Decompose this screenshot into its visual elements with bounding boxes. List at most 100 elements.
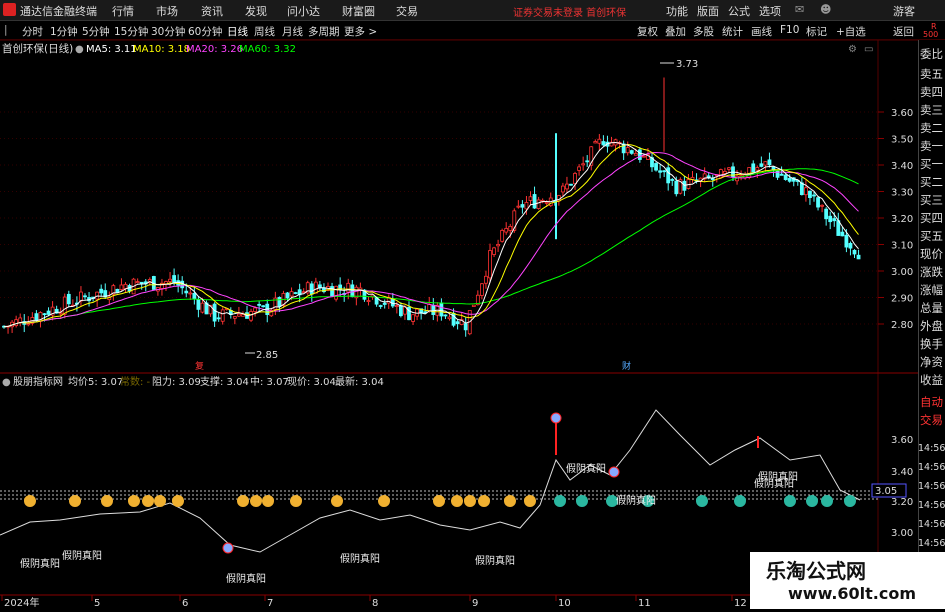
period-weekly[interactable]: 周线 xyxy=(254,24,275,39)
candle-body xyxy=(573,173,577,185)
candle-body xyxy=(334,285,339,300)
menu-jiaoyi[interactable]: 交易 xyxy=(396,3,418,19)
period-1min[interactable]: 1分钟 xyxy=(50,24,78,39)
candle-body xyxy=(759,163,764,167)
candle-body xyxy=(172,275,177,283)
candle-body xyxy=(257,303,262,306)
candle-body xyxy=(528,196,533,201)
sub-y-tick: 3.40 xyxy=(891,467,913,478)
main-y-tick: 3.00 xyxy=(891,267,913,278)
tool-biaoji[interactable]: 标记 xyxy=(806,24,827,39)
period-fenshi[interactable]: 分时 xyxy=(22,24,43,39)
buy-signal-icon xyxy=(154,495,166,507)
candle-body xyxy=(253,307,258,312)
menu-hangqing[interactable]: 行情 xyxy=(112,3,134,19)
candle-body xyxy=(439,302,444,317)
candle-body xyxy=(848,242,853,249)
period-15min[interactable]: 15分钟 xyxy=(114,24,148,39)
candle-body xyxy=(232,316,237,319)
candle-body xyxy=(58,312,63,315)
tool-tongji[interactable]: 统计 xyxy=(722,24,743,39)
candle-body xyxy=(597,138,602,144)
main-y-tick: 3.20 xyxy=(891,214,913,225)
tool-gongshi[interactable]: 公式 xyxy=(728,3,750,19)
sell-signal-icon xyxy=(806,495,818,507)
menu-shichang[interactable]: 市场 xyxy=(156,3,178,19)
tool-huaxian[interactable]: 画线 xyxy=(751,24,772,39)
period-monthly[interactable]: 月线 xyxy=(282,24,303,39)
candle-body xyxy=(309,283,314,295)
tool-f10[interactable]: F10 xyxy=(780,24,799,36)
sell-signal-icon xyxy=(784,495,796,507)
app-logo-icon xyxy=(3,3,16,16)
support-label: 支撑: 3.04 xyxy=(200,375,249,388)
tool-gongneng[interactable]: 功能 xyxy=(666,3,688,19)
candle-body xyxy=(366,300,371,302)
sell-signal-icon xyxy=(696,495,708,507)
period-60min[interactable]: 60分钟 xyxy=(188,24,222,39)
settings-circle-icon[interactable]: ● xyxy=(75,44,84,55)
candle-body xyxy=(666,167,671,184)
main-y-tick: 3.10 xyxy=(891,241,913,252)
const-label: 常数: - xyxy=(120,375,151,388)
caibao-marker[interactable]: 财 xyxy=(622,360,631,372)
tool-zixuan[interactable]: +自选 xyxy=(836,24,866,39)
period-5min[interactable]: 5分钟 xyxy=(82,24,110,39)
buy-signal-icon xyxy=(464,495,476,507)
candle-body xyxy=(492,247,496,255)
tool-banmian[interactable]: 版面 xyxy=(697,3,719,19)
menu-toggle-icon[interactable]: | xyxy=(4,24,8,36)
candle-body xyxy=(135,281,140,284)
expand-icon[interactable]: ▭ xyxy=(864,44,873,55)
tool-fuquan[interactable]: 复权 xyxy=(637,24,658,39)
period-multi[interactable]: 多周期 xyxy=(308,24,340,39)
menu-caifuquan[interactable]: 财富圈 xyxy=(342,3,375,19)
guest-label[interactable]: 游客 xyxy=(893,3,915,19)
title-bar: 通达信金融终端 行情 市场 资讯 发现 问小达 财富圈 交易 证券交易未登录 首… xyxy=(0,0,945,21)
candle-body xyxy=(581,163,586,166)
candle-body xyxy=(816,197,820,208)
main-y-tick: 3.50 xyxy=(891,135,913,146)
candle-body xyxy=(216,317,221,320)
user-icon[interactable]: ☻ xyxy=(820,3,831,16)
candle-body xyxy=(83,295,87,298)
mail-icon[interactable]: ✉ xyxy=(795,3,804,16)
fuquan-marker[interactable]: 复 xyxy=(195,360,204,372)
annotation-text: 假阴真阳 xyxy=(62,549,102,562)
ma10-label: MA10: 3.18 xyxy=(133,44,190,55)
menu-faxian[interactable]: 发现 xyxy=(245,3,267,19)
sell-signal-icon xyxy=(554,495,566,507)
main-y-tick: 3.30 xyxy=(891,188,913,199)
kline-svg[interactable]: 首创环保(日线) ● MA5: 3.11 MA10: 3.18 MA20: 3.… xyxy=(0,39,945,609)
buy-signal-icon xyxy=(290,495,302,507)
settings-gear-icon[interactable]: ⚙ xyxy=(848,44,857,55)
candle-body xyxy=(508,226,513,231)
candle-body xyxy=(188,292,193,295)
ma20-label: MA20: 3.26 xyxy=(186,44,243,55)
annotation-text: 假阴真阳 xyxy=(616,494,656,507)
candle-body xyxy=(844,234,849,248)
tool-diejia[interactable]: 叠加 xyxy=(665,24,686,39)
period-daily[interactable]: 日线 xyxy=(227,24,248,39)
chart-area: 首创环保(日线) ● MA5: 3.11 MA10: 3.18 MA20: 3.… xyxy=(0,39,945,609)
tool-duogu[interactable]: 多股 xyxy=(693,24,714,39)
candle-body xyxy=(755,167,760,171)
main-y-tick: 2.90 xyxy=(891,294,913,305)
menu-zixun[interactable]: 资讯 xyxy=(201,3,223,19)
high-label: 3.73 xyxy=(676,59,698,70)
candle-body xyxy=(625,147,630,154)
candle-body xyxy=(14,319,19,327)
candle-body xyxy=(658,170,662,173)
sub-settings-icon[interactable]: ● xyxy=(2,377,11,388)
candle-body xyxy=(561,185,565,193)
tool-xuanxiang[interactable]: 选项 xyxy=(759,3,781,19)
candle-body xyxy=(447,316,452,320)
x-tick-label: 8 xyxy=(372,598,378,609)
period-30min[interactable]: 30分钟 xyxy=(151,24,185,39)
tool-fanhui[interactable]: 返回 xyxy=(893,24,914,39)
candle-body xyxy=(431,304,436,315)
menu-wenxiaoda[interactable]: 问小达 xyxy=(287,3,320,19)
candle-body xyxy=(200,302,205,313)
candle-body xyxy=(220,309,225,322)
period-more[interactable]: 更多 > xyxy=(344,24,377,39)
